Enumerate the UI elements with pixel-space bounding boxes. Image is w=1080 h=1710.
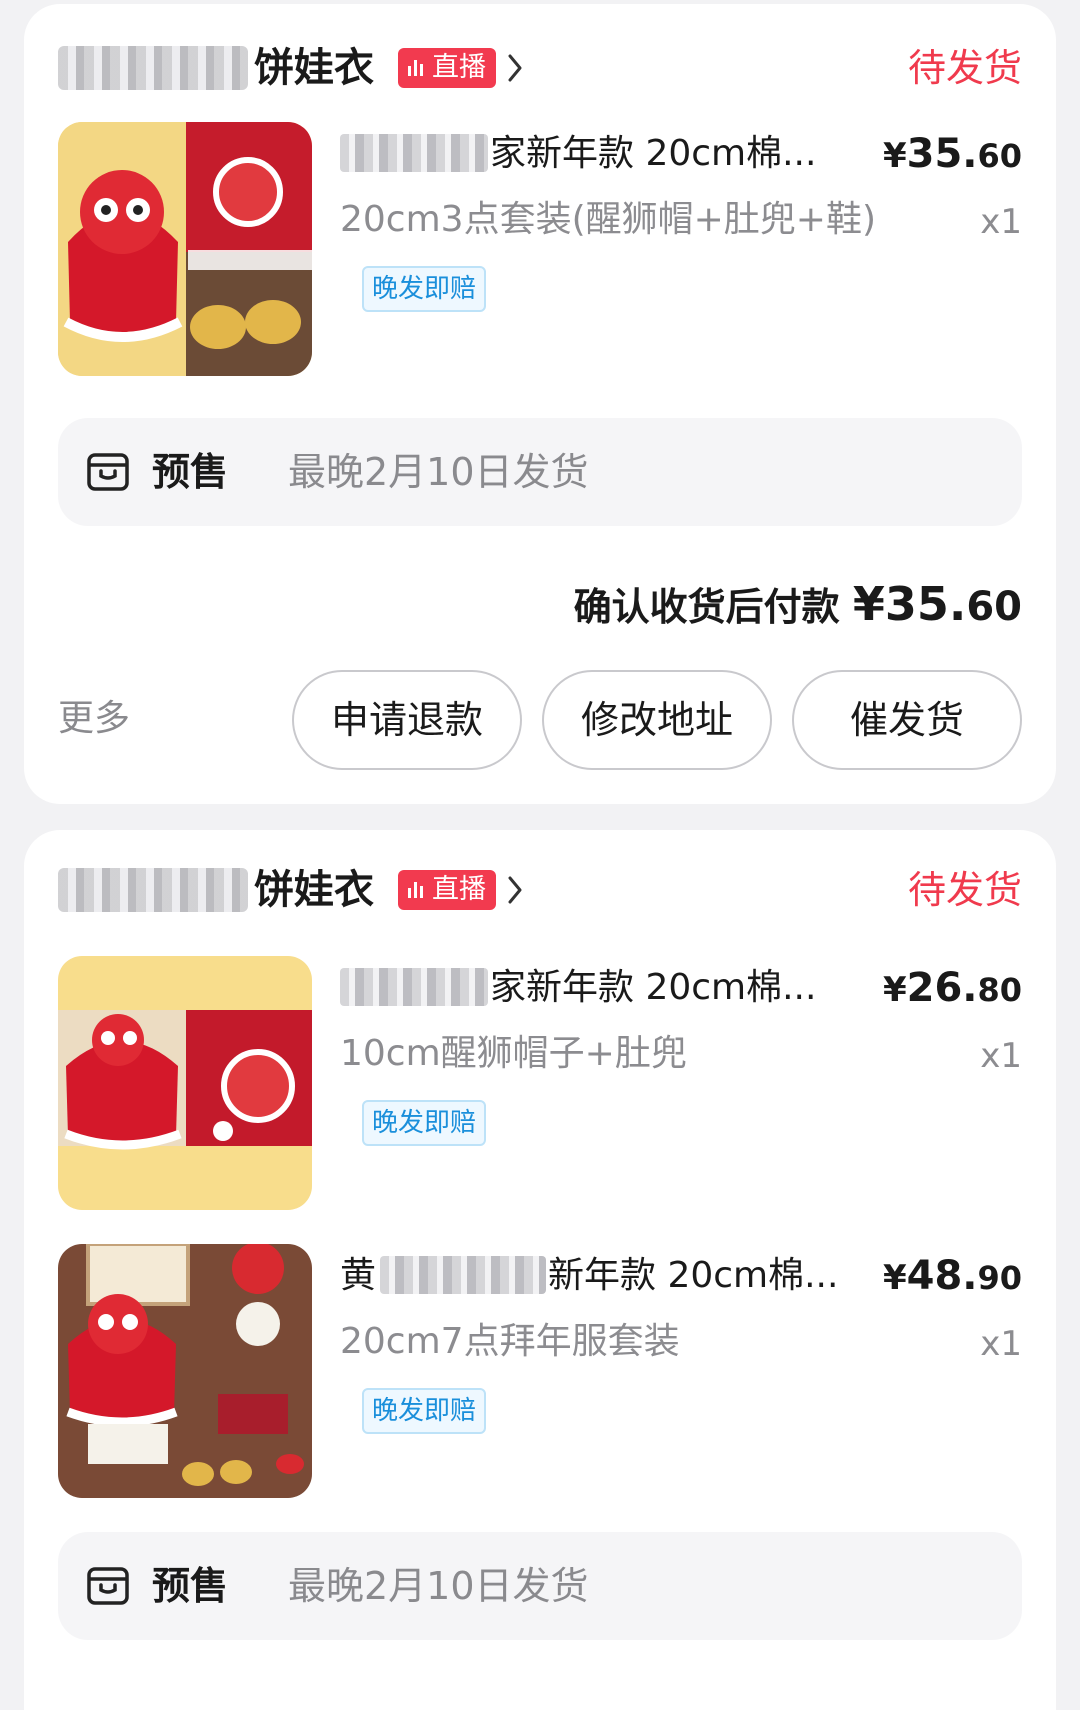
live-label: 直播: [432, 874, 486, 905]
redacted-shop-name: [58, 868, 248, 912]
change-address-button[interactable]: 修改地址: [542, 670, 772, 770]
more-button[interactable]: 更多: [58, 694, 130, 744]
product-title-prefix: 黄: [340, 1255, 377, 1296]
product-price: ¥26.80: [882, 965, 1022, 1011]
presale-notice: 预售 最晚2月10日发货: [58, 418, 1022, 526]
product-quantity: x1: [980, 202, 1022, 242]
order-item[interactable]: 黄 新年款 20cm棉... ¥48.90 20cm7点拜年服套装 x1 晚发即…: [58, 1244, 1022, 1498]
urge-shipping-button[interactable]: 催发货: [792, 670, 1022, 770]
refund-button[interactable]: 申请退款: [292, 670, 522, 770]
product-title[interactable]: 家新年款 20cm棉...: [490, 130, 840, 178]
product-thumbnail[interactable]: [58, 122, 312, 376]
redacted-title: [340, 134, 488, 172]
order-status: 待发货: [907, 868, 1022, 912]
order-item[interactable]: 家新年款 20cm棉... ¥26.80 10cm醒狮帽子+肚兜 x1 晚发即赔: [58, 956, 1022, 1210]
order-card[interactable]: 饼娃衣 直播 待发货 家新年款 20cm棉... ¥26.80 10cm醒狮帽子…: [24, 830, 1056, 1710]
live-bars-icon: [408, 60, 426, 76]
product-quantity: x1: [980, 1324, 1022, 1364]
chevron-right-icon[interactable]: [500, 866, 530, 914]
product-sku: 20cm3点套装(醒狮帽+肚兜+鞋): [340, 199, 876, 240]
presale-label: 预售: [152, 450, 229, 494]
presale-ship-date: 最晚2月10日发货: [288, 1564, 589, 1608]
package-icon: [87, 453, 129, 491]
product-thumbnail[interactable]: [58, 1244, 312, 1498]
shop-name[interactable]: 饼娃衣: [254, 860, 374, 920]
chevron-right-icon[interactable]: [500, 44, 530, 92]
order-item[interactable]: 家新年款 20cm棉... ¥35.60 20cm3点套装(醒狮帽+肚兜+鞋) …: [58, 122, 1022, 376]
redacted-shop-name: [58, 46, 248, 90]
presale-label: 预售: [152, 1564, 229, 1608]
product-title[interactable]: 新年款 20cm棉...: [548, 1252, 840, 1300]
order-status: 待发货: [907, 46, 1022, 90]
live-bars-icon: [408, 882, 426, 898]
product-quantity: x1: [980, 1036, 1022, 1076]
presale-ship-date: 最晚2月10日发货: [288, 450, 589, 494]
late-ship-compensation-tag: 晚发即赔: [362, 1100, 487, 1146]
shop-header[interactable]: 饼娃衣 直播 待发货: [58, 860, 1022, 920]
presale-notice: 预售 最晚2月10日发货: [58, 1532, 1022, 1640]
shop-header[interactable]: 饼娃衣 直播 待发货: [58, 38, 1022, 98]
order-total: 确认收货后付款 ¥35.60: [573, 577, 1022, 631]
product-sku: 10cm醒狮帽子+肚兜: [340, 1033, 687, 1074]
product-thumbnail[interactable]: [58, 956, 312, 1210]
late-ship-compensation-tag: 晚发即赔: [362, 1388, 487, 1434]
shop-name[interactable]: 饼娃衣: [254, 38, 374, 98]
package-icon: [87, 1567, 129, 1605]
product-title[interactable]: 家新年款 20cm棉...: [490, 964, 840, 1012]
product-price: ¥48.90: [882, 1253, 1022, 1299]
product-sku: 20cm7点拜年服套装: [340, 1321, 680, 1362]
redacted-title: [380, 1256, 546, 1294]
redacted-title: [340, 968, 488, 1006]
live-badge[interactable]: 直播: [398, 870, 496, 910]
late-ship-compensation-tag: 晚发即赔: [362, 266, 487, 312]
live-label: 直播: [432, 52, 486, 83]
product-price: ¥35.60: [882, 131, 1022, 177]
live-badge[interactable]: 直播: [398, 48, 496, 88]
order-card[interactable]: 饼娃衣 直播 待发货 家新年款 20cm棉... ¥35.60 20cm3点套装…: [24, 4, 1056, 804]
